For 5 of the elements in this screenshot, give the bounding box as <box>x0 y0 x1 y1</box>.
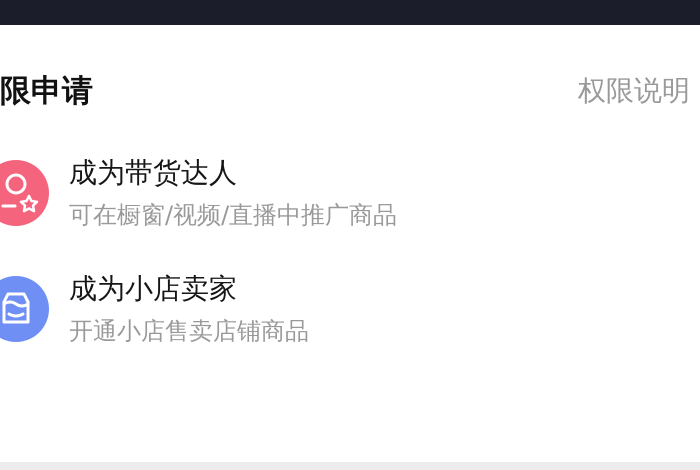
option-title[interactable]: 成为小店卖家 <box>69 271 309 307</box>
option-title[interactable]: 成为带货达人 <box>69 155 398 191</box>
sheet-title: 限申请 <box>0 72 93 111</box>
option-description: 开通小店售卖店铺商品 <box>69 316 309 347</box>
option-description: 可在橱窗/视频/直播中推广商品 <box>69 200 398 231</box>
